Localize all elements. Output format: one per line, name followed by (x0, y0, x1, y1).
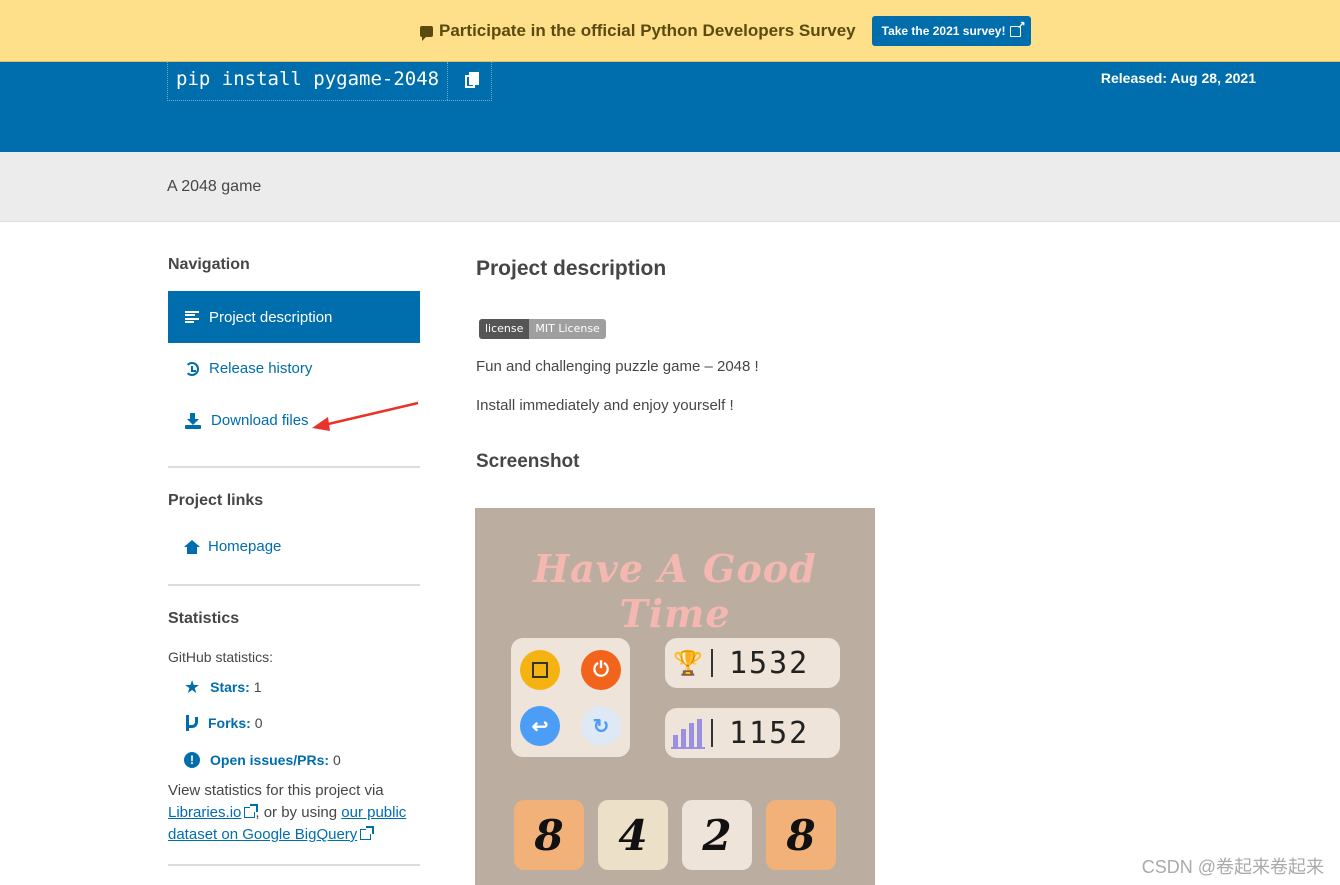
game-screenshot: Have A Good Time ⏻ ↩ ↻ 🏆 1532 1152 8 4 2… (475, 508, 875, 885)
stat-open-issues[interactable]: ! Open issues/PRs: 0 (184, 752, 341, 768)
stat-stars[interactable]: ★ Stars: 1 (184, 678, 262, 696)
history-icon (185, 361, 199, 376)
sidebar-divider (168, 466, 420, 468)
bars-icon (185, 311, 199, 323)
current-score-box: 1152 (665, 708, 840, 758)
csdn-watermark: CSDN @卷起来卷起来 (1141, 857, 1324, 877)
control-panel: ⏻ ↩ ↻ (511, 638, 630, 757)
nav-release-history[interactable]: Release history (185, 360, 312, 377)
game-tile: 2 (682, 800, 752, 870)
release-date: Released: Aug 28, 2021 (1100, 70, 1256, 86)
game-title: Have A Good Time (533, 546, 817, 636)
sidebar-divider (168, 584, 420, 586)
bigquery-link[interactable]: our public (341, 804, 406, 821)
issue-icon: ! (184, 752, 200, 768)
home-icon (184, 539, 200, 554)
license-badge: license MIT License (479, 319, 606, 339)
description-line-1: Fun and challenging puzzle game – 2048 ! (476, 358, 759, 375)
homepage-link[interactable]: Homepage (184, 538, 281, 555)
package-summary: A 2048 game (0, 152, 1340, 222)
project-links-heading: Project links (168, 492, 264, 509)
package-header: pip install pygame-2048 Released: Aug 28… (0, 62, 1340, 152)
libraries-io-link[interactable]: Libraries.io (168, 804, 241, 821)
github-stats-label: GitHub statistics: (168, 649, 274, 665)
survey-button[interactable]: Take the 2021 survey! (871, 16, 1032, 46)
project-description-heading: Project description (476, 257, 667, 280)
annotation-arrow (312, 401, 419, 431)
external-link-icon (244, 804, 259, 818)
screenshot-heading: Screenshot (476, 451, 580, 472)
banner-text: Participate in the official Python Devel… (439, 21, 856, 40)
restart-icon: ↻ (581, 706, 621, 746)
summary-text: A 2048 game (167, 178, 262, 195)
external-link-icon (360, 826, 375, 840)
survey-banner: Participate in the official Python Devel… (0, 0, 1340, 62)
bar-chart-icon (665, 717, 711, 749)
game-tile: 8 (766, 800, 836, 870)
pip-command[interactable]: pip install pygame-2048 (168, 62, 447, 100)
copy-icon (464, 71, 479, 88)
stat-forks[interactable]: Forks: 0 (184, 715, 262, 731)
external-link-icon (1010, 20, 1025, 37)
star-icon: ★ (184, 677, 201, 697)
crop-icon (520, 650, 560, 690)
download-icon (185, 412, 201, 429)
current-score: 1152 (729, 715, 810, 751)
pip-command-box: pip install pygame-2048 (167, 62, 493, 101)
game-tile: 8 (514, 800, 584, 870)
game-tile: 4 (598, 800, 668, 870)
undo-icon: ↩ (520, 706, 560, 746)
power-icon: ⏻ (581, 650, 621, 690)
trophy-icon: 🏆 (673, 649, 703, 677)
navigation-heading: Navigation (168, 256, 250, 273)
fork-icon (184, 715, 198, 731)
sidebar-divider (168, 864, 420, 866)
copy-button[interactable] (447, 62, 491, 100)
description-line-2: Install immediately and enjoy yourself ! (476, 397, 734, 414)
stats-description: View statistics for this project via Lib… (168, 782, 407, 843)
best-score-box: 🏆 1532 (665, 638, 840, 688)
comment-icon (420, 25, 433, 41)
nav-download-files[interactable]: Download files (185, 412, 309, 429)
statistics-heading: Statistics (168, 610, 240, 627)
best-score: 1532 (729, 645, 810, 681)
bigquery-link-cont[interactable]: dataset on Google BigQuery (168, 826, 357, 843)
nav-project-description[interactable]: Project description (168, 291, 420, 343)
